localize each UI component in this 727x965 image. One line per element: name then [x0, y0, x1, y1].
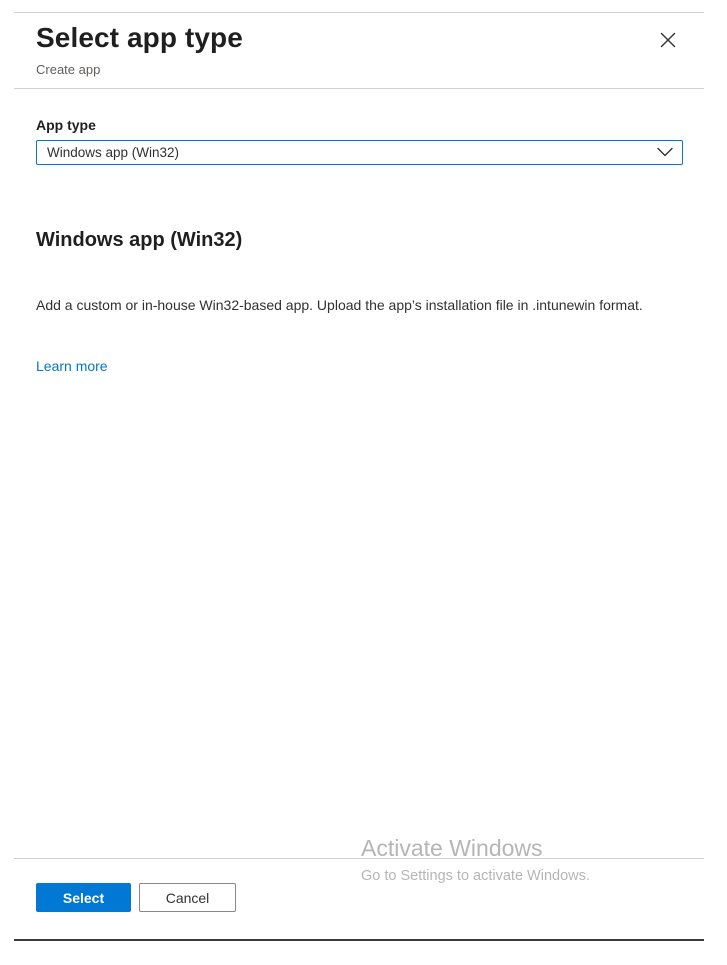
- app-type-description: Add a custom or in-house Win32-based app…: [36, 297, 643, 313]
- page-title: Select app type: [36, 22, 243, 53]
- create-app-panel: Select app type Create app App type Wind…: [0, 0, 727, 965]
- bottom-divider: [14, 939, 704, 941]
- page-subtitle: Create app: [36, 62, 101, 77]
- select-button[interactable]: Select: [36, 883, 131, 912]
- top-divider: [14, 12, 704, 13]
- app-type-selected-value: Windows app (Win32): [47, 145, 180, 160]
- activate-windows-subtitle: Go to Settings to activate Windows.: [361, 868, 590, 884]
- learn-more-link[interactable]: Learn more: [36, 358, 108, 374]
- close-button[interactable]: [654, 26, 682, 54]
- app-type-dropdown[interactable]: Windows app (Win32): [36, 140, 683, 165]
- chevron-down-icon: [657, 147, 673, 157]
- close-icon: [660, 32, 676, 48]
- header-divider: [14, 88, 704, 89]
- cancel-button[interactable]: Cancel: [139, 883, 236, 912]
- app-type-label: App type: [36, 117, 96, 133]
- app-type-heading: Windows app (Win32): [36, 229, 243, 251]
- footer-divider: [14, 858, 704, 859]
